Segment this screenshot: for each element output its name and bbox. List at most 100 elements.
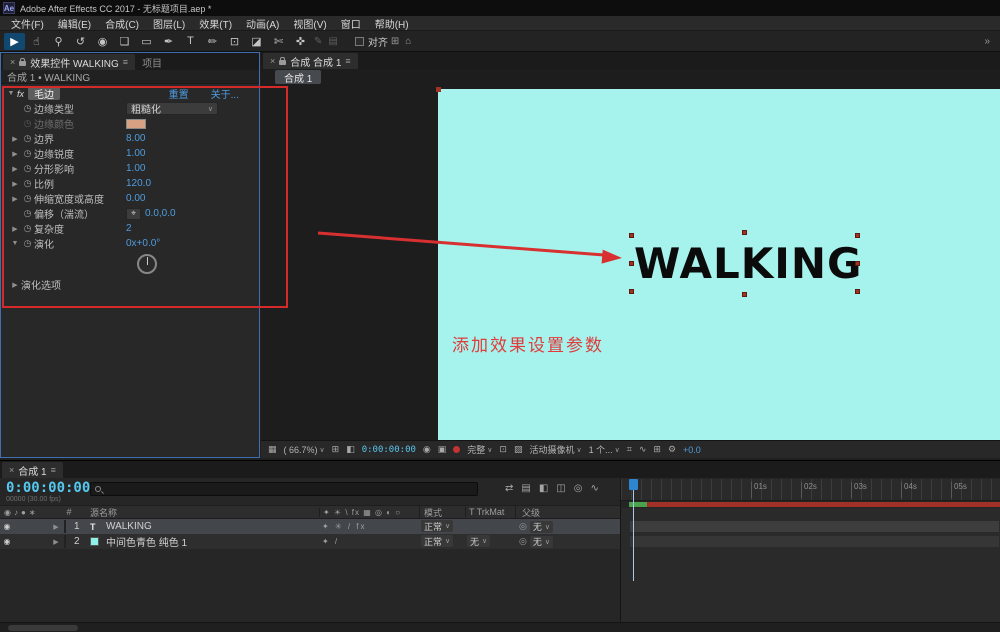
prop-value[interactable]: 2	[126, 223, 132, 234]
transparency-grid-icon[interactable]: ▨	[514, 444, 523, 455]
twirl-closed-icon[interactable]: ▶	[9, 281, 21, 289]
column-number[interactable]: #	[48, 507, 90, 517]
always-preview-icon[interactable]: ▦	[268, 444, 277, 455]
stopwatch-icon[interactable]: ◷	[21, 238, 34, 249]
layer-duration-bar[interactable]	[629, 520, 1000, 533]
selection-handle[interactable]	[629, 261, 634, 266]
mode-dropdown[interactable]: 正常 ∨	[421, 535, 453, 547]
pan-behind-tool-icon[interactable]: ❏	[114, 33, 135, 50]
graph-editor-icon[interactable]: ∿	[590, 483, 598, 494]
exposure-gear-icon[interactable]: ⚙	[668, 444, 676, 455]
eraser-tool-icon[interactable]: ◪	[246, 33, 267, 50]
menu-item[interactable]: 文件(F)	[4, 16, 51, 30]
timeline-track-area[interactable]: 01s02s03s04s05s06s	[620, 479, 1000, 632]
selection-tool-icon[interactable]: ▶	[4, 33, 25, 50]
camera-dropdown[interactable]: 活动摄像机 ∨	[529, 443, 581, 456]
prop-value[interactable]: 1.00	[126, 163, 145, 174]
prop-value[interactable]: 0x+0.0°	[126, 238, 160, 249]
search-input[interactable]	[105, 483, 473, 495]
parent-dropdown[interactable]: 无 ∨	[530, 536, 553, 548]
stopwatch-icon[interactable]: ◷	[21, 178, 34, 189]
eye-icon[interactable]: ◉	[0, 537, 14, 546]
menu-item[interactable]: 效果(T)	[192, 16, 239, 30]
region-of-interest-icon[interactable]: ⊡	[499, 444, 507, 455]
twirl-open-icon[interactable]: ▼	[9, 240, 21, 247]
column-source-name[interactable]: 源名称	[90, 506, 319, 519]
stopwatch-icon[interactable]: ◷	[21, 103, 34, 114]
search-box[interactable]	[90, 482, 478, 496]
zoom-tool-icon[interactable]: ⚲	[48, 33, 69, 50]
selection-handle[interactable]	[742, 230, 747, 235]
scrollbar-handle[interactable]	[8, 625, 78, 631]
close-icon[interactable]: ×	[270, 56, 275, 66]
draft-3d-icon[interactable]: ▤	[521, 483, 530, 494]
workspace-icon[interactable]: »	[984, 36, 996, 47]
prop-value[interactable]: 8.00	[126, 133, 145, 144]
layer-name[interactable]: 中间色青色 纯色 1	[106, 534, 319, 549]
menu-item[interactable]: 窗口	[334, 16, 368, 30]
fast-preview-icon[interactable]: ∿	[639, 444, 647, 455]
twirl-closed-icon[interactable]: ▶	[9, 135, 21, 143]
frame-blending-icon[interactable]: ◫	[556, 483, 565, 494]
time-ruler[interactable]: 01s02s03s04s05s06s	[621, 479, 1000, 501]
panel-menu-icon[interactable]: ≡	[123, 57, 128, 67]
channel-icon[interactable]	[453, 446, 460, 453]
mask-options-icon[interactable]: ⊞	[391, 36, 399, 47]
preview-timecode[interactable]: 0:00:00:00	[362, 445, 416, 455]
menu-item[interactable]: 图层(L)	[146, 16, 192, 30]
crosshair-icon[interactable]: ⌖	[126, 208, 141, 220]
effect-name[interactable]: 毛边	[28, 87, 60, 100]
prop-value[interactable]: 120.0	[126, 178, 151, 189]
label-color-chip[interactable]	[64, 520, 66, 533]
pickwhip-icon[interactable]: ◎	[519, 536, 527, 547]
selection-handle[interactable]	[855, 233, 860, 238]
stopwatch-icon[interactable]: ◷	[21, 223, 34, 234]
playhead-handle[interactable]	[629, 479, 638, 490]
brush-tool-icon[interactable]: ✏	[202, 33, 223, 50]
column-trkmat[interactable]: T TrkMat	[465, 507, 515, 517]
pen-tool-icon[interactable]: ✒	[158, 33, 179, 50]
layer-name[interactable]: WALKING	[106, 521, 319, 532]
twirl-closed-icon[interactable]: ▶	[48, 538, 64, 546]
layer-row-solid[interactable]: ◉ ▶ 2 中间色青色 纯色 1 ✦ / 正常 ∨ 无 ∨ ◎ 无 ∨	[0, 534, 620, 549]
motion-blur-icon[interactable]: ◎	[574, 483, 583, 494]
trkmat-dropdown[interactable]: 无 ∨	[467, 535, 490, 547]
grid-guides-icon[interactable]: ⊞	[332, 444, 340, 455]
column-parent[interactable]: 父级	[515, 506, 620, 519]
hand-tool-icon[interactable]: ☝	[26, 33, 47, 50]
panel-menu-icon[interactable]: ≡	[51, 465, 56, 475]
tab-timeline-comp[interactable]: × 合成 1 ≡	[2, 462, 63, 478]
edge-type-dropdown[interactable]: 粗糙化 ∨	[126, 102, 218, 115]
layer-row-walking[interactable]: ◉ ▶ 1 T WALKING ✦ ✳ / fx 正常 ∨ ◎ 无 ∨	[0, 519, 620, 534]
camera-tool-icon[interactable]: ◉	[92, 33, 113, 50]
mask-visibility-icon[interactable]: ◧	[346, 444, 355, 455]
menu-item[interactable]: 动画(A)	[239, 16, 286, 30]
stopwatch-icon[interactable]: ◷	[21, 163, 34, 174]
composition-mini-flowchart-icon[interactable]: ⇄	[505, 483, 513, 494]
timeline-scrollbar[interactable]	[0, 622, 1000, 632]
twirl-closed-icon[interactable]: ▶	[9, 225, 21, 233]
prop-value[interactable]: 0.0,0.0	[145, 208, 176, 219]
puppet-pin-tool-icon[interactable]: ✜	[290, 33, 311, 50]
text-layer-walking[interactable]: WALKING	[634, 235, 858, 293]
twirl-closed-icon[interactable]: ▶	[9, 195, 21, 203]
prop-value[interactable]: 1.00	[126, 148, 145, 159]
panel-menu-icon[interactable]: ≡	[345, 56, 350, 66]
color-swatch[interactable]	[126, 119, 146, 129]
selection-handle[interactable]	[855, 289, 860, 294]
snap-checkbox[interactable]	[355, 37, 364, 46]
twirl-closed-icon[interactable]: ▶	[9, 150, 21, 158]
evolution-dial[interactable]	[137, 254, 157, 274]
label-color-chip[interactable]	[64, 535, 66, 548]
stopwatch-icon[interactable]: ◷	[21, 193, 34, 204]
pixel-aspect-icon[interactable]: ⌗	[627, 444, 632, 455]
selection-handle[interactable]	[742, 292, 747, 297]
resolution-dropdown[interactable]: 完整 ∨	[467, 443, 492, 456]
prop-value[interactable]: 0.00	[126, 193, 145, 204]
twirl-closed-icon[interactable]: ▶	[48, 523, 64, 531]
fx-badge-icon[interactable]: fx	[17, 89, 24, 99]
tab-effect-controls[interactable]: × 效果控件 WALKING ≡	[3, 54, 135, 70]
show-snapshot-icon[interactable]: ▣	[438, 444, 447, 455]
twirl-open-icon[interactable]: ▼	[5, 90, 17, 97]
eye-icon[interactable]: ◉	[0, 522, 14, 531]
